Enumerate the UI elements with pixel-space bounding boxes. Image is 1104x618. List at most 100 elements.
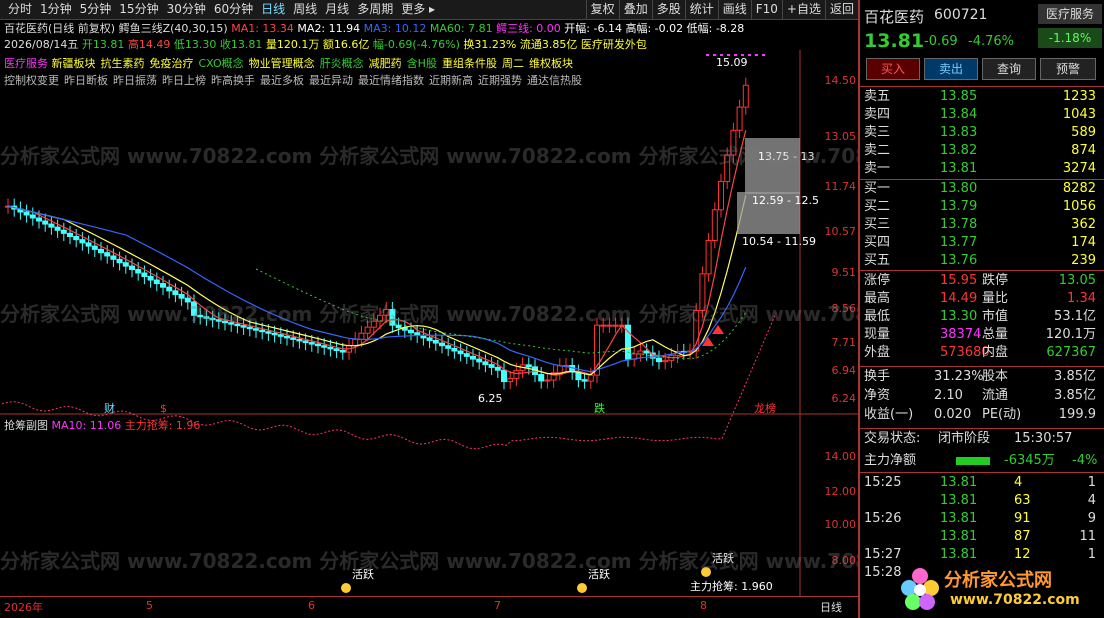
period-tab-6[interactable]: 日线: [257, 0, 289, 19]
stat-row: 净资 2.10 流通 3.85亿: [864, 387, 1100, 405]
period-tab-3[interactable]: 15分钟: [115, 0, 162, 19]
money-bag-icon: [341, 583, 351, 593]
sub-ma10: MA10: 11.06: [51, 419, 122, 432]
ma3-value: MA3: 10.12: [363, 22, 427, 35]
concept-tag[interactable]: 周二: [502, 57, 524, 70]
price-tick: 13.05: [824, 130, 857, 143]
concept-tag[interactable]: 抗生素药: [101, 57, 145, 70]
condition-tag[interactable]: 最近异动: [309, 74, 353, 87]
concept-tag[interactable]: 新疆板块: [52, 57, 96, 70]
price-axis: 14.50 13.05 11.74 10.57 9.51 8.56 7.71 6.94 6.24: [800, 50, 858, 410]
bid-price[interactable]: 13.76: [940, 252, 977, 270]
condition-tag[interactable]: 近期强势: [478, 74, 522, 87]
sector-tab[interactable]: 医疗服务: [1038, 4, 1102, 24]
bid-level: 买四: [864, 235, 891, 250]
toolbar-button-5[interactable]: F10: [750, 0, 782, 19]
query-button[interactable]: 查询: [982, 58, 1036, 80]
price-tick: 8.56: [831, 302, 857, 315]
signal-dot: [755, 54, 758, 56]
concept-tag[interactable]: CXO概念: [199, 57, 244, 70]
period-tab-1[interactable]: 1分钟: [36, 0, 76, 19]
site-logo: 分析家公式网 www.70822.com: [900, 560, 1104, 616]
toolbar-button-2[interactable]: 多股: [651, 0, 685, 19]
period-tab-4[interactable]: 30分钟: [163, 0, 210, 19]
period-tab-2[interactable]: 5分钟: [76, 0, 116, 19]
net-pct: -4%: [1072, 453, 1098, 468]
ma1-value: MA1: 13.34: [231, 22, 294, 35]
ask-level: 卖二: [864, 143, 891, 158]
candlestick: [482, 354, 489, 373]
toolbar-button-0[interactable]: 复权: [585, 0, 619, 19]
indicator-name[interactable]: 鳄鱼三线Z(40,30,15): [119, 22, 228, 35]
concept-tag[interactable]: 减肥药: [369, 57, 402, 70]
toolbar-button-4[interactable]: 画线: [717, 0, 751, 19]
toolbar-button-3[interactable]: 统计: [684, 0, 718, 19]
concept-tag[interactable]: 含H股: [407, 57, 437, 70]
bid-price[interactable]: 13.78: [940, 216, 977, 234]
candlestick: [234, 316, 241, 334]
period-label[interactable]: 日线: [820, 599, 842, 615]
condition-tag[interactable]: 昨日断板: [64, 74, 108, 87]
ask-price[interactable]: 13.83: [940, 124, 977, 142]
tick-cell: 63: [1014, 493, 1031, 508]
bid-price[interactable]: 13.77: [940, 234, 977, 252]
condition-tag[interactable]: 近期新高: [429, 74, 473, 87]
condition-tag[interactable]: 昨日上榜: [162, 74, 206, 87]
bid-price[interactable]: 13.80: [940, 180, 977, 198]
stat-cell: 换手: [864, 369, 891, 384]
stat-row: 收益(一) 0.020 PE(动) 199.9: [864, 406, 1100, 424]
period-tab-8[interactable]: 月线: [321, 0, 353, 19]
candlestick: [594, 317, 600, 383]
period-tab-7[interactable]: 周线: [289, 0, 321, 19]
period-tab-9[interactable]: 多周期: [353, 0, 397, 19]
condition-tag[interactable]: 最近情绪指数: [358, 74, 424, 87]
stock-name: 百花医药: [4, 22, 48, 35]
concept-tag[interactable]: 维权板块: [529, 57, 573, 70]
stat-cell: 3.85亿: [1054, 369, 1096, 384]
candlestick: [507, 370, 514, 390]
kline-chart[interactable]: 13.75 - 1312.59 - 12.510.54 - 11.5915.09…: [0, 50, 858, 596]
condition-tag[interactable]: 最近多板: [260, 74, 304, 87]
stat-cell: 股本: [982, 369, 1009, 384]
period-tab-0[interactable]: 分时: [4, 0, 36, 19]
alert-button[interactable]: 预警: [1040, 58, 1096, 80]
stat-cell: 涨停: [864, 273, 891, 288]
time-axis: 2026年 5 6 7 8 日线: [0, 596, 858, 618]
concept-tag[interactable]: 物业管理概念: [249, 57, 315, 70]
tick-row: 15:26 13.81 91 9: [864, 510, 1100, 528]
ask-volume: 1233: [1062, 89, 1096, 104]
bid-price[interactable]: 13.79: [940, 198, 977, 216]
stat-cell: 1.34: [1067, 291, 1096, 306]
sub-zhuli: 主力抢筹: 1.96: [124, 419, 201, 432]
concept-tag[interactable]: 重组条件股: [442, 57, 497, 70]
condition-tag[interactable]: 通达信热股: [527, 74, 582, 87]
tick-cell: 15:26: [864, 511, 902, 526]
candlestick: [240, 318, 247, 335]
tick-cell: 15:28: [864, 565, 902, 580]
condition-tag[interactable]: 昨高换手: [211, 74, 255, 87]
sub-chart-title[interactable]: 抢筹副图: [4, 419, 48, 432]
tick-cell: 91: [1014, 511, 1031, 526]
toolbar-button-7[interactable]: 返回: [824, 0, 858, 19]
status-time: 15:30:57: [1014, 431, 1073, 446]
price-tick: 9.51: [831, 266, 857, 279]
period-tab-10[interactable]: 更多 ▸: [397, 0, 439, 19]
concept-tag[interactable]: 肝炎概念: [320, 57, 364, 70]
candlestick: [222, 313, 228, 331]
period-tab-5[interactable]: 60分钟: [210, 0, 257, 19]
sell-button[interactable]: 卖出: [924, 58, 978, 80]
ask-price[interactable]: 13.81: [940, 160, 977, 178]
cai-marker: 财: [104, 401, 115, 415]
toolbar-button-6[interactable]: +自选: [781, 0, 825, 19]
toolbar-button-1[interactable]: 叠加: [618, 0, 652, 19]
stat-cell: 53.1亿: [1054, 309, 1096, 324]
condition-tag[interactable]: 控制权变更: [4, 74, 59, 87]
condition-tag[interactable]: 昨日振荡: [113, 74, 157, 87]
sub-chart-header: 抢筹副图 MA10: 11.06 主力抢筹: 1.96: [4, 418, 200, 434]
concept-tag[interactable]: 免疫治疗: [150, 57, 194, 70]
ask-price[interactable]: 13.82: [940, 142, 977, 160]
ask-price[interactable]: 13.84: [940, 106, 977, 124]
candlestick: [457, 343, 464, 362]
ask-price[interactable]: 13.85: [940, 88, 977, 106]
buy-button[interactable]: 买入: [866, 58, 920, 80]
